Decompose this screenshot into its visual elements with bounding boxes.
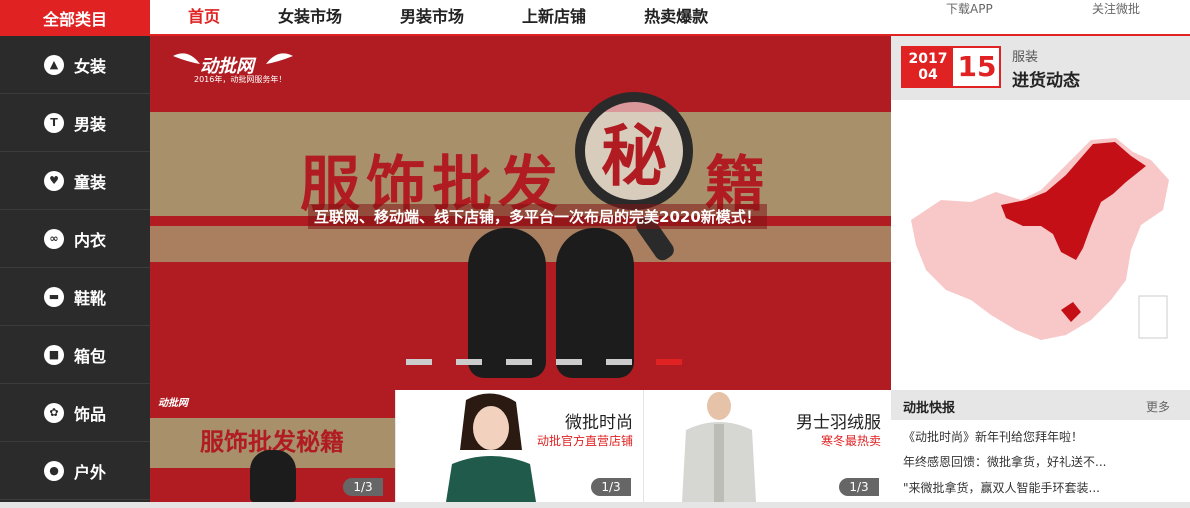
magnifier-icon: 秘	[575, 92, 693, 210]
boot-right	[556, 228, 634, 378]
news-more-link[interactable]: 更多	[1146, 398, 1170, 415]
top-bar: 全部类目 首页 女装市场 男装市场 上新店铺 热卖爆款 下载APP 关注微批	[0, 0, 1190, 36]
carousel-dots	[406, 359, 706, 365]
carousel-dot[interactable]	[456, 359, 482, 365]
carousel-dot[interactable]	[506, 359, 532, 365]
nav-new-shops[interactable]: 上新店铺	[522, 0, 586, 34]
date-month: 04	[918, 67, 938, 83]
main-nav: 首页 女装市场 男装市场 上新店铺 热卖爆款	[150, 0, 728, 34]
news-item[interactable]: 年终感恩回馈：微批拿货，好礼送不...	[903, 453, 1106, 470]
sidebar-item-label: 鞋靴	[74, 288, 107, 308]
promo-card-weipi-fashion[interactable]: 微批时尚 动批官方直营店铺 1/3	[395, 390, 643, 502]
pager: 1/3	[591, 478, 631, 496]
card-title: 微批时尚	[565, 413, 633, 433]
bottom-divider	[0, 502, 1190, 508]
category-sidebar: ▲ 女装 T 男装 ♥ 童装 ∞ 内衣 ▬ 鞋靴 ■ 箱包 ✿ 饰品 ● 户外	[0, 36, 150, 502]
shoe-icon: ▬	[44, 286, 64, 307]
accessory-icon: ✿	[44, 402, 64, 423]
news-title: 动批快报	[903, 401, 956, 416]
underwear-icon: ∞	[44, 228, 64, 249]
logo-slogan: 2016年，动批网服务年！	[194, 75, 287, 84]
promo-card-mens-down-jacket[interactable]: 男士羽绒服 寒冬最热卖 1/3	[643, 390, 891, 502]
pager: 1/3	[343, 478, 383, 496]
card-subtitle: 寒冬最热卖	[820, 434, 881, 448]
bag-icon: ■	[44, 344, 64, 365]
shirt-icon: T	[44, 112, 64, 133]
trend-title: 进货动态	[1012, 71, 1080, 91]
dongpi-logo: 动批网 2016年，动批网服务年！	[168, 46, 298, 90]
nav-hot-items[interactable]: 热卖爆款	[644, 0, 708, 34]
banner-headline-magnified: 秘	[601, 118, 667, 195]
sidebar-item-label: 内衣	[74, 230, 107, 250]
sidebar-item-label: 箱包	[74, 346, 107, 366]
date-header: 2017 04 15 服装 进货动态	[891, 36, 1190, 100]
sidebar-item-women[interactable]: ▲ 女装	[0, 36, 150, 94]
date-year-month: 2017 04	[903, 48, 953, 86]
carousel-dot[interactable]	[606, 359, 632, 365]
date-year: 2017	[908, 51, 948, 67]
carousel-dot[interactable]	[556, 359, 582, 365]
nav-womens-market[interactable]: 女装市场	[278, 0, 342, 34]
kids-clothes-icon: ♥	[44, 170, 64, 191]
boot-left	[468, 228, 546, 378]
sidebar-item-outdoor[interactable]: ● 户外	[0, 442, 150, 500]
carousel-dot-active[interactable]	[656, 359, 682, 365]
sidebar-item-label: 户外	[74, 462, 107, 482]
follow-weibo-link[interactable]: 关注微批	[1092, 0, 1140, 17]
sidebar-item-label: 童装	[74, 172, 107, 192]
thumb-logo: 动批网	[158, 398, 188, 409]
news-header: 动批快报 更多	[891, 390, 1190, 420]
main-banner[interactable]: 动批网 2016年，动批网服务年！ 服饰批发 秘 籍 互联网、移动端、线下店铺，…	[150, 36, 891, 390]
sidebar-item-label: 男装	[74, 114, 107, 134]
sidebar-item-label: 饰品	[74, 404, 107, 424]
sidebar-item-label: 女装	[74, 56, 107, 76]
carousel-dot[interactable]	[406, 359, 432, 365]
thumb-boots	[250, 450, 296, 502]
model-woman-image	[446, 393, 536, 502]
pager: 1/3	[839, 478, 879, 496]
all-categories-button[interactable]: 全部类目	[0, 0, 150, 36]
sidebar-item-bags[interactable]: ■ 箱包	[0, 326, 150, 384]
sidebar-item-men[interactable]: T 男装	[0, 94, 150, 152]
sidebar-item-underwear[interactable]: ∞ 内衣	[0, 210, 150, 268]
nav-home[interactable]: 首页	[188, 0, 220, 34]
china-map[interactable]	[901, 130, 1181, 360]
card-title: 男士羽绒服	[796, 413, 881, 433]
news-item[interactable]: 《动批时尚》新年刊给您拜年啦！	[903, 428, 1083, 445]
date-badge: 2017 04 15	[901, 46, 1001, 88]
news-item[interactable]: "来微批拿货，赢双人智能手环套装...	[903, 479, 1100, 496]
china-map-icon	[911, 138, 1169, 340]
purchase-trends-panel: 2017 04 15 服装 进货动态	[891, 36, 1190, 390]
card-subtitle: 动批官方直营店铺	[536, 434, 633, 448]
model-man-image	[682, 392, 756, 502]
download-app-link[interactable]: 下载APP	[946, 0, 993, 17]
sidebar-item-accessories[interactable]: ✿ 饰品	[0, 384, 150, 442]
nav-mens-market[interactable]: 男装市场	[400, 0, 464, 34]
sidebar-item-shoes[interactable]: ▬ 鞋靴	[0, 268, 150, 326]
sidebar-item-kids[interactable]: ♥ 童装	[0, 152, 150, 210]
news-panel: 动批快报 更多 《动批时尚》新年刊给您拜年啦！ 年终感恩回馈：微批拿货，好礼送不…	[891, 390, 1190, 502]
promo-thumb-banner[interactable]: 动批网 服饰批发秘籍 1/3	[150, 390, 395, 502]
date-day: 15	[957, 50, 997, 83]
outdoor-icon: ●	[44, 460, 64, 481]
trend-category: 服装	[1012, 50, 1039, 65]
dress-icon: ▲	[44, 54, 64, 75]
